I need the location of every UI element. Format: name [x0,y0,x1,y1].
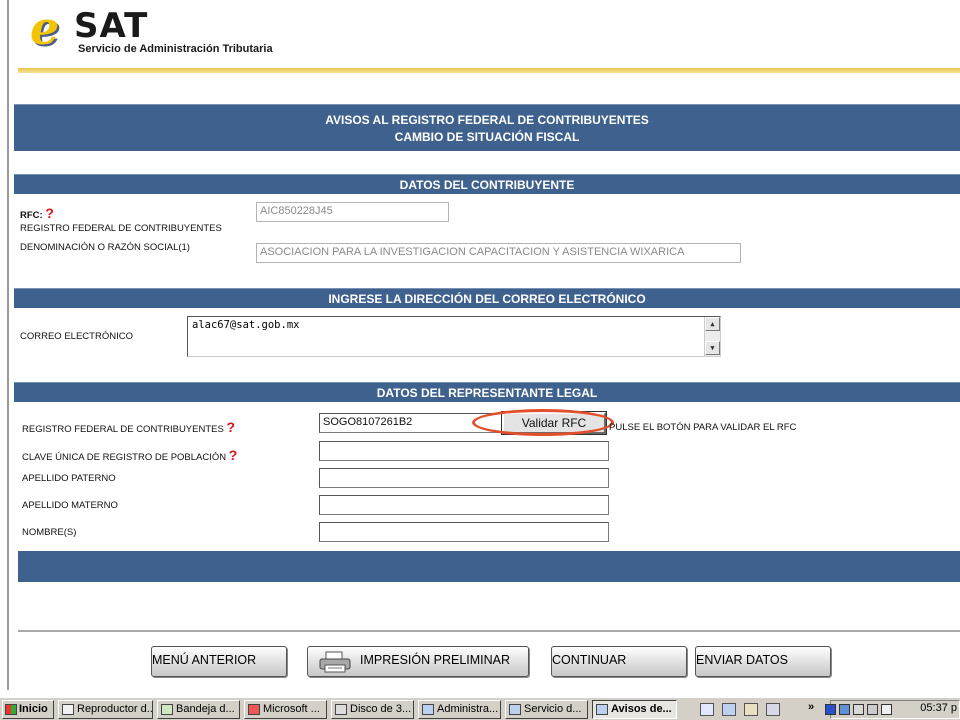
start-label: Inicio [19,703,48,715]
window-left-edge [0,0,9,690]
clock: 05:37 p [920,702,957,714]
section-header-representante: DATOS DEL REPRESENTANTE LEGAL [14,382,960,402]
email-label: CORREO ELECTRÓNICO [20,331,133,342]
email-textarea[interactable]: alac67@sat.gob.mx ▲ ▼ [187,316,721,357]
logo-e-icon: e [30,1,60,55]
tray-network-icon[interactable] [839,704,850,715]
validar-hint: PULSE EL BOTÓN PARA VALIDAR EL RFC [609,422,797,433]
apellido-paterno-label: APELLIDO PATERNO [22,473,116,484]
rfc-label-wrap: RFC: ? [20,205,54,221]
taskbar-item-label: Microsoft ... [263,703,320,715]
taskbar-item-label: Disco de 3... [350,703,412,715]
ie-icon [509,704,521,715]
taskbar-item-bandeja[interactable]: Bandeja d... [157,700,240,719]
floppy-icon [335,704,347,715]
help-icon[interactable]: ? [229,447,238,463]
email-value: alac67@sat.gob.mx [192,319,300,331]
taskbar-item-reproductor[interactable]: Reproductor d... [58,700,153,719]
ie-icon [596,704,608,715]
razon-social-label: DENOMINACIÓN O RAZÓN SOCIAL(1) [20,242,190,253]
rep-rfc-label: REGISTRO FEDERAL DE CONTRIBUYENTES [22,424,224,435]
apellido-paterno-input[interactable] [319,468,609,488]
taskbar-item-disco[interactable]: Disco de 3... [331,700,414,719]
sat-logo: e e SAT Servicio de Administración Tribu… [30,5,300,60]
quicklaunch-ie-icon[interactable] [722,703,736,716]
printer-icon [319,651,351,673]
logo-subtitle: Servicio de Administración Tributaria [78,43,273,55]
taskbar-item-avisos[interactable]: Avisos de... [592,700,677,719]
section-footer-band [18,551,960,582]
windows-flag-icon [5,704,17,715]
taskbar-item-label: Bandeja d... [176,703,235,715]
taskbar-item-label: Reproductor d... [77,703,153,715]
help-icon[interactable]: ? [45,205,54,221]
apellido-materno-label: APELLIDO MATERNO [22,500,118,511]
taskbar-item-microsoft[interactable]: Microsoft ... [244,700,327,719]
quicklaunch-edit-icon[interactable] [700,703,714,716]
impresion-preliminar-button[interactable]: IMPRESIÓN PRELIMINAR [307,646,529,677]
system-tray: 05:37 p [825,700,960,719]
tray-printer-icon[interactable] [867,704,878,715]
chevron-icon[interactable]: » [808,701,814,713]
taskbar: Inicio Reproductor d... Bandeja d... Mic… [0,697,960,720]
taskbar-item-servicio[interactable]: Servicio d... [505,700,588,719]
continuar-button[interactable]: CONTINUAR [551,646,687,677]
inbox-icon [161,704,173,715]
email-scrollbar[interactable]: ▲ ▼ [704,317,720,356]
nombre-label: NOMBRE(S) [22,527,77,538]
taskbar-item-administra[interactable]: Administra... [418,700,501,719]
page-subtitle: CAMBIO DE SITUACIÓN FISCAL [394,130,580,144]
section-header-contribuyente: DATOS DEL CONTRIBUYENTE [14,174,960,194]
taskbar-item-label: Servicio d... [524,703,582,715]
rfc-sublabel: REGISTRO FEDERAL DE CONTRIBUYENTES [20,223,222,234]
menu-anterior-button[interactable]: MENÚ ANTERIOR [151,646,287,677]
razon-social-field[interactable]: ASOCIACION PARA LA INVESTIGACION CAPACIT… [256,243,741,263]
quicklaunch-desktop-icon[interactable] [766,703,780,716]
page-title-band: AVISOS AL REGISTRO FEDERAL DE CONTRIBUYE… [14,104,960,151]
media-player-icon [62,704,74,715]
tray-volume-icon[interactable] [881,704,892,715]
impresion-label: IMPRESIÓN PRELIMINAR [360,653,511,667]
divider [18,630,960,632]
apellido-materno-input[interactable] [319,495,609,515]
section-header-correo: INGRESE LA DIRECCIÓN DEL CORREO ELECTRÓN… [14,288,960,308]
tray-app-icon[interactable] [853,704,864,715]
rep-rfc-label-wrap: REGISTRO FEDERAL DE CONTRIBUYENTES ? [22,419,235,435]
curp-input[interactable] [319,441,609,461]
curp-label-wrap: CLAVE ÚNICA DE REGISTRO DE POBLACIÓN ? [22,447,237,463]
rfc-field[interactable]: AIC850228J45 [256,202,449,222]
rfc-label: RFC: [20,210,43,221]
logo-sat-text: SAT [74,6,149,46]
scroll-down-icon[interactable]: ▼ [705,341,720,355]
quicklaunch-folder-icon[interactable] [744,703,758,716]
header-gold-line [18,68,960,73]
powerpoint-icon [248,704,260,715]
curp-label: CLAVE ÚNICA DE REGISTRO DE POBLACIÓN [22,452,227,463]
taskbar-item-label: Administra... [437,703,499,715]
enviar-datos-button[interactable]: ENVIAR DATOS [695,646,831,677]
tray-media-icon[interactable] [825,704,836,715]
nombre-input[interactable] [319,522,609,542]
highlight-oval [472,409,614,436]
ie-icon [422,704,434,715]
taskbar-item-label: Avisos de... [611,703,672,715]
page-title: AVISOS AL REGISTRO FEDERAL DE CONTRIBUYE… [325,113,649,127]
start-button[interactable]: Inicio [2,700,54,719]
help-icon[interactable]: ? [226,419,235,435]
scroll-up-icon[interactable]: ▲ [705,317,720,331]
